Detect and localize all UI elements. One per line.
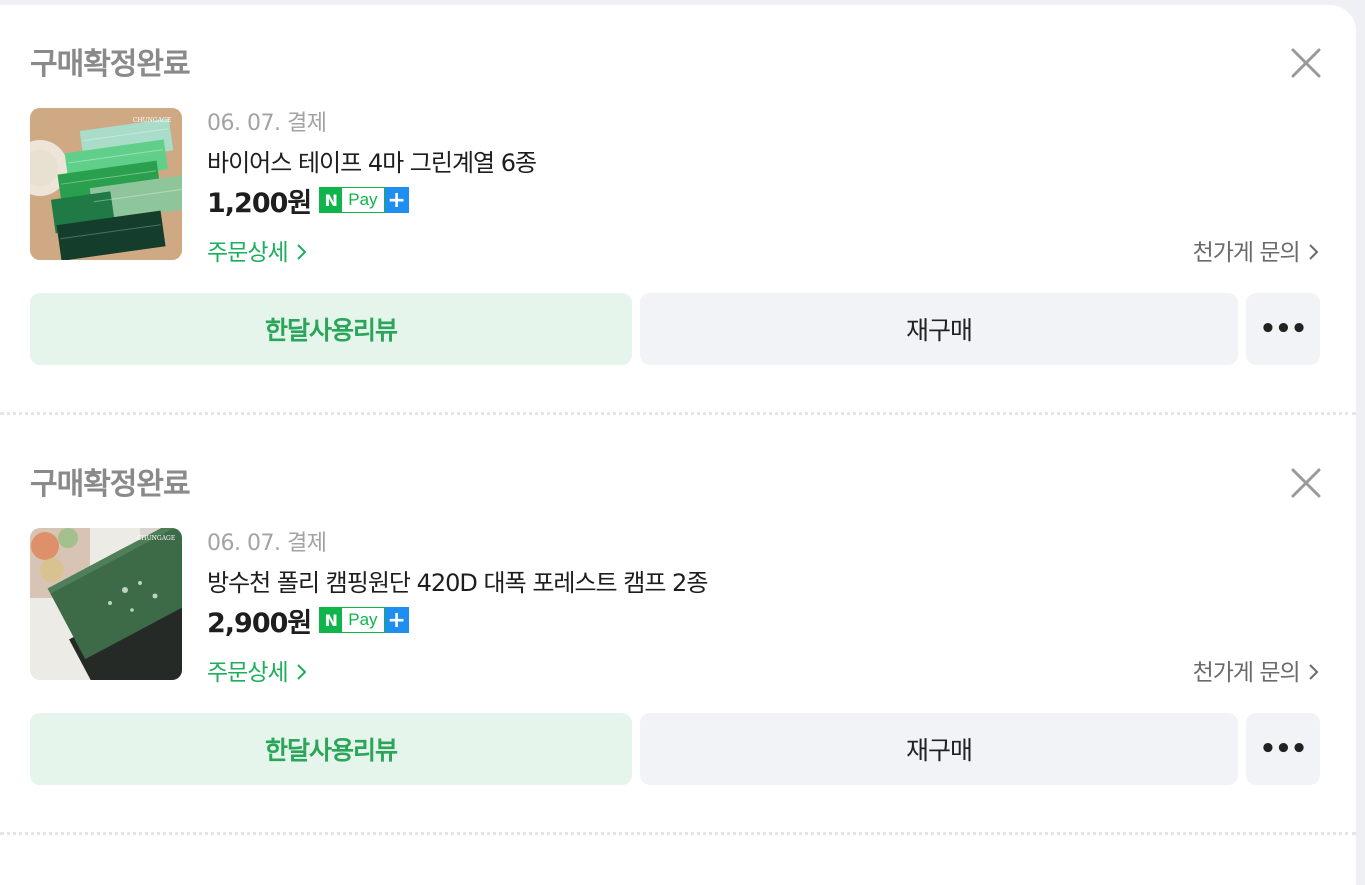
chevron-right-icon — [1309, 664, 1319, 680]
chevron-right-icon — [297, 664, 307, 680]
order-divider — [0, 412, 1356, 415]
order-card: 구매확정완료 — [0, 425, 1356, 845]
order-detail-link[interactable]: 주문상세 — [207, 233, 308, 267]
npay-n-logo: N — [320, 188, 343, 212]
order-detail-label: 주문상세 — [207, 240, 289, 266]
thumb-brand: CHUNGAGE — [133, 117, 171, 124]
product-thumbnail[interactable]: CHUNGAGE — [30, 528, 182, 680]
close-icon[interactable] — [1288, 45, 1324, 81]
payment-date: 06. 07. 결제 — [207, 531, 327, 556]
plus-icon: + — [384, 187, 409, 213]
plus-icon: + — [384, 607, 409, 633]
product-thumbnail[interactable]: CHUNGAGE — [30, 108, 182, 260]
product-name[interactable]: 방수천 폴리 캠핑원단 420D 대폭 포레스트 캠프 2종 — [207, 563, 708, 598]
npay-label: Pay — [348, 610, 378, 629]
npay-n-logo: N — [320, 608, 343, 632]
store-inquiry-label: 천가게 문의 — [1192, 660, 1301, 686]
order-card: 구매확정완료 — [0, 5, 1356, 425]
store-inquiry-link[interactable]: 천가게 문의 — [1193, 233, 1320, 267]
product-price: 2,900원 — [207, 607, 312, 639]
store-inquiry-link[interactable]: 천가게 문의 — [1193, 653, 1320, 687]
order-divider — [0, 832, 1356, 835]
more-options-button[interactable]: ••• — [1246, 713, 1320, 785]
npay-plus-badge: N Pay + — [319, 607, 409, 633]
price-row: 2,900원 N Pay + — [207, 603, 409, 639]
order-detail-link[interactable]: 주문상세 — [207, 653, 308, 687]
npay-label: Pay — [348, 190, 378, 209]
store-inquiry-label: 천가게 문의 — [1192, 240, 1301, 266]
rebuy-button[interactable]: 재구매 — [640, 293, 1238, 365]
monthly-review-button[interactable]: 한달사용리뷰 — [30, 293, 632, 365]
chevron-right-icon — [297, 244, 307, 260]
order-status: 구매확정완료 — [30, 47, 191, 82]
npay-plus-badge: N Pay + — [319, 187, 409, 213]
product-price: 1,200원 — [207, 187, 312, 219]
price-row: 1,200원 N Pay + — [207, 183, 409, 219]
monthly-review-button[interactable]: 한달사용리뷰 — [30, 713, 632, 785]
product-name[interactable]: 바이어스 테이프 4마 그린계열 6종 — [207, 143, 537, 178]
thumb-brand: CHUNGAGE — [137, 535, 175, 542]
order-status: 구매확정완료 — [30, 467, 191, 502]
more-options-button[interactable]: ••• — [1246, 293, 1320, 365]
order-detail-label: 주문상세 — [207, 660, 289, 686]
payment-date: 06. 07. 결제 — [207, 111, 327, 136]
close-icon[interactable] — [1288, 465, 1324, 501]
order-list: 구매확정완료 CHUNGAGE 06. 07. 결제 바이어스 테이프 4마 그… — [0, 5, 1356, 885]
chevron-right-icon — [1309, 244, 1319, 260]
rebuy-button[interactable]: 재구매 — [640, 713, 1238, 785]
